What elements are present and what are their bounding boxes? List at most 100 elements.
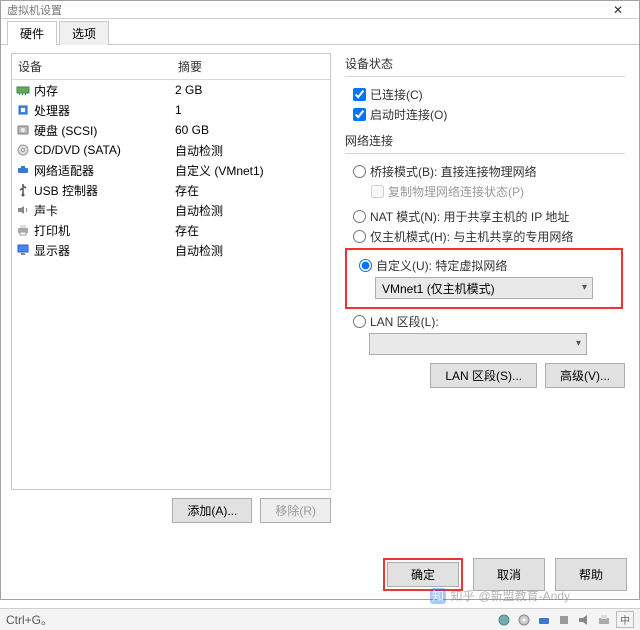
device-name: 显示器 <box>34 242 171 259</box>
device-summary: 自动检测 <box>171 242 330 259</box>
tray-sound-icon[interactable] <box>576 612 592 628</box>
device-summary: 自动检测 <box>171 202 330 219</box>
custom-highlight-box: 自定义(U): 特定虚拟网络 VMnet1 (仅主机模式) ▾ <box>345 248 623 309</box>
replicate-input <box>371 185 384 198</box>
hostonly-input[interactable] <box>353 230 366 243</box>
lan-segment-input[interactable] <box>353 315 366 328</box>
statusbar-text: Ctrl+G。 <box>6 611 53 628</box>
col-device: 设备 <box>12 54 172 79</box>
system-tray: 中 <box>496 611 634 628</box>
custom-input[interactable] <box>359 259 372 272</box>
connect-on-start-checkbox[interactable]: 启动时连接(O) <box>353 106 625 123</box>
cancel-button[interactable]: 取消 <box>473 558 545 591</box>
sound-icon <box>15 202 31 218</box>
left-buttons: 添加(A)... 移除(R) <box>11 498 331 523</box>
nat-input[interactable] <box>353 210 366 223</box>
hostonly-label: 仅主机模式(H): 与主机共享的专用网络 <box>370 228 573 245</box>
device-status-group: 设备状态 已连接(C) 启动时连接(O) <box>345 55 625 126</box>
device-name: 声卡 <box>34 202 171 219</box>
tray-network-icon[interactable] <box>536 612 552 628</box>
tab-options[interactable]: 选项 <box>59 21 109 45</box>
device-summary: 自动检测 <box>171 142 330 159</box>
chevron-down-icon: ▾ <box>576 338 581 349</box>
cpu-icon <box>15 102 31 118</box>
printer-icon <box>15 222 31 238</box>
tray-printer-icon[interactable] <box>596 612 612 628</box>
net-icon <box>15 162 31 178</box>
lan-segment-select: ▾ <box>369 333 587 355</box>
device-row[interactable]: 网络适配器自定义 (VMnet1) <box>12 160 330 180</box>
device-status-legend: 设备状态 <box>345 55 625 72</box>
connected-input[interactable] <box>353 88 366 101</box>
device-summary: 存在 <box>171 182 330 199</box>
dialog-footer: 确定 取消 帮助 <box>383 558 627 591</box>
device-name: USB 控制器 <box>34 182 171 199</box>
device-summary: 自定义 (VMnet1) <box>171 162 330 179</box>
device-summary: 60 GB <box>171 123 330 137</box>
tray-usb-icon[interactable] <box>556 612 572 628</box>
replicate-label: 复制物理网络连接状态(P) <box>388 183 524 200</box>
device-list: 设备 摘要 内存2 GB处理器1硬盘 (SCSI)60 GBCD/DVD (SA… <box>11 53 331 490</box>
connected-label: 已连接(C) <box>370 86 423 103</box>
dialog-body: 设备 摘要 内存2 GB处理器1硬盘 (SCSI)60 GBCD/DVD (SA… <box>1 45 639 531</box>
nat-radio[interactable]: NAT 模式(N): 用于共享主机的 IP 地址 <box>353 208 625 225</box>
bridged-input[interactable] <box>353 165 366 178</box>
ok-button[interactable]: 确定 <box>387 562 459 587</box>
display-icon <box>15 242 31 258</box>
col-summary: 摘要 <box>172 54 330 79</box>
device-name: 打印机 <box>34 222 171 239</box>
lan-segments-button[interactable]: LAN 区段(S)... <box>430 363 537 388</box>
usb-icon <box>15 182 31 198</box>
device-row[interactable]: CD/DVD (SATA)自动检测 <box>12 140 330 160</box>
nat-label: NAT 模式(N): 用于共享主机的 IP 地址 <box>370 208 569 225</box>
remove-button[interactable]: 移除(R) <box>260 498 331 523</box>
device-rows: 内存2 GB处理器1硬盘 (SCSI)60 GBCD/DVD (SATA)自动检… <box>12 80 330 260</box>
tray-disk-icon[interactable] <box>496 612 512 628</box>
device-row[interactable]: 内存2 GB <box>12 80 330 100</box>
bridged-radio[interactable]: 桥接模式(B): 直接连接物理网络 <box>353 163 625 180</box>
device-row[interactable]: USB 控制器存在 <box>12 180 330 200</box>
custom-label: 自定义(U): 特定虚拟网络 <box>376 257 507 274</box>
network-connection-legend: 网络连接 <box>345 132 625 149</box>
lan-segment-radio[interactable]: LAN 区段(L): <box>353 313 625 330</box>
device-row[interactable]: 处理器1 <box>12 100 330 120</box>
connected-checkbox[interactable]: 已连接(C) <box>353 86 625 103</box>
left-pane: 设备 摘要 内存2 GB处理器1硬盘 (SCSI)60 GBCD/DVD (SA… <box>11 53 331 523</box>
connect-on-start-label: 启动时连接(O) <box>370 106 447 123</box>
device-row[interactable]: 显示器自动检测 <box>12 240 330 260</box>
lan-segment-label: LAN 区段(L): <box>370 313 439 330</box>
device-name: 处理器 <box>34 102 171 119</box>
connect-on-start-input[interactable] <box>353 108 366 121</box>
titlebar: 虚拟机设置 ✕ <box>1 1 639 19</box>
device-name: 硬盘 (SCSI) <box>34 122 171 139</box>
tab-hardware[interactable]: 硬件 <box>7 21 57 45</box>
statusbar: Ctrl+G。 中 <box>0 608 640 630</box>
device-summary: 1 <box>171 103 330 117</box>
chevron-down-icon: ▾ <box>582 282 587 293</box>
device-summary: 2 GB <box>171 83 330 97</box>
vm-settings-dialog: 虚拟机设置 ✕ 硬件 选项 设备 摘要 内存2 GB处理器1硬盘 (SCSI)6… <box>0 0 640 600</box>
bridged-label: 桥接模式(B): 直接连接物理网络 <box>370 163 537 180</box>
tray-cd-icon[interactable] <box>516 612 532 628</box>
window-title: 虚拟机设置 <box>7 2 62 18</box>
custom-network-select[interactable]: VMnet1 (仅主机模式) ▾ <box>375 277 593 299</box>
advanced-button[interactable]: 高级(V)... <box>545 363 625 388</box>
add-button[interactable]: 添加(A)... <box>172 498 252 523</box>
device-row[interactable]: 声卡自动检测 <box>12 200 330 220</box>
network-connection-group: 网络连接 桥接模式(B): 直接连接物理网络 复制物理网络连接状态(P) NAT… <box>345 132 625 388</box>
tabstrip: 硬件 选项 <box>1 19 639 45</box>
replicate-checkbox: 复制物理网络连接状态(P) <box>371 183 625 200</box>
device-row[interactable]: 硬盘 (SCSI)60 GB <box>12 120 330 140</box>
ok-highlight-box: 确定 <box>383 558 463 591</box>
custom-network-value: VMnet1 (仅主机模式) <box>382 280 495 297</box>
device-row[interactable]: 打印机存在 <box>12 220 330 240</box>
cd-icon <box>15 142 31 158</box>
help-button[interactable]: 帮助 <box>555 558 627 591</box>
memory-icon <box>15 82 31 98</box>
tray-lang-indicator[interactable]: 中 <box>616 611 634 628</box>
hostonly-radio[interactable]: 仅主机模式(H): 与主机共享的专用网络 <box>353 228 625 245</box>
right-pane: 设备状态 已连接(C) 启动时连接(O) 网络连接 <box>331 53 629 523</box>
close-icon[interactable]: ✕ <box>603 3 633 17</box>
device-name: CD/DVD (SATA) <box>34 143 171 157</box>
custom-radio[interactable]: 自定义(U): 特定虚拟网络 <box>359 257 615 274</box>
